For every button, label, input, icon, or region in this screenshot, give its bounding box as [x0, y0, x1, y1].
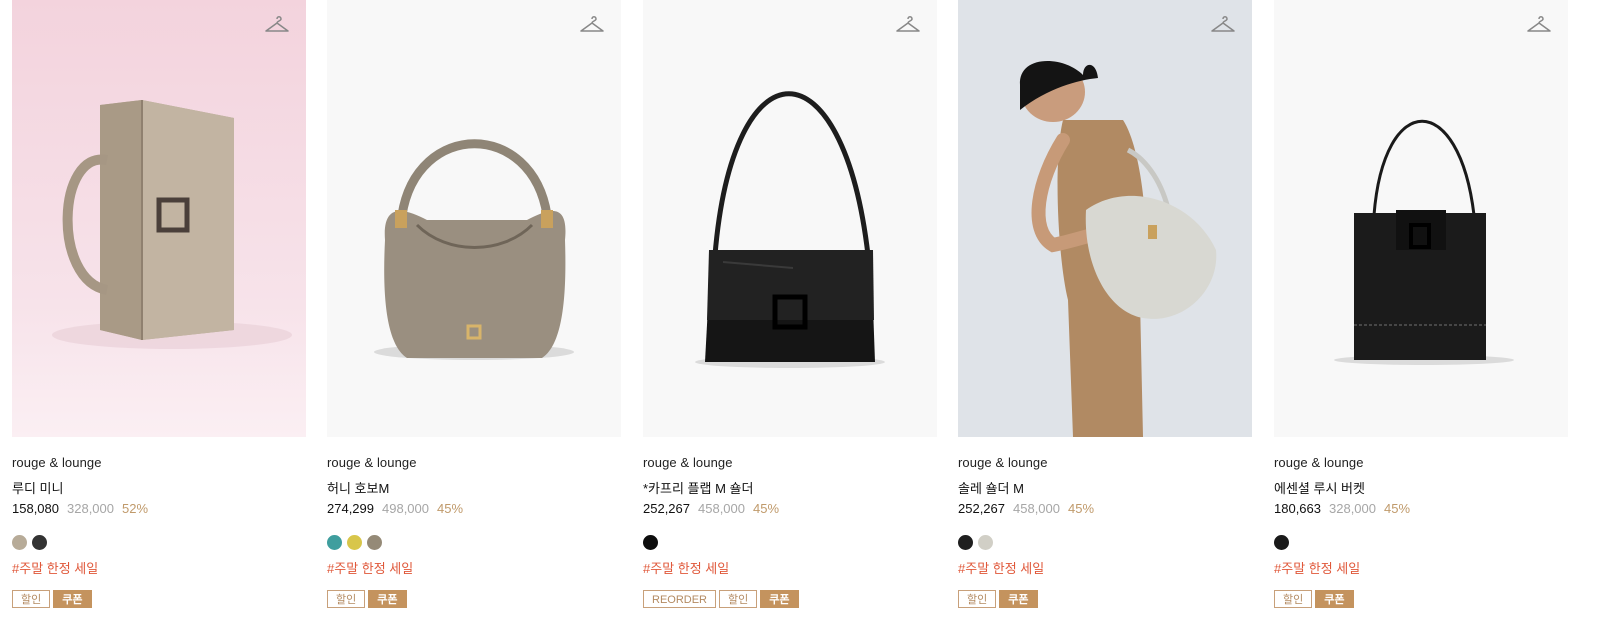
- discount-rate: 45%: [1384, 501, 1411, 516]
- hobo-bag-image: [327, 0, 621, 437]
- discount-rate: 45%: [1068, 501, 1095, 516]
- product-image[interactable]: [643, 0, 937, 437]
- promo-tag[interactable]: #주말 한정 세일: [958, 558, 1044, 577]
- coupon-badge: 쿠폰: [999, 590, 1038, 608]
- discount-rate: 52%: [122, 501, 149, 516]
- color-swatch[interactable]: [32, 535, 47, 550]
- promo-tag[interactable]: #주말 한정 세일: [12, 558, 98, 577]
- discount-badge: 할인: [12, 590, 51, 608]
- price-row: 180,663 328,000 45%: [1274, 501, 1410, 516]
- color-swatch[interactable]: [643, 535, 658, 550]
- color-swatches: [1274, 535, 1289, 550]
- product-grid: rouge & lounge 루디 미니 158,080 328,000 52% #…: [0, 0, 1618, 639]
- original-price: 458,000: [698, 501, 745, 516]
- badge-row: 할인 쿠폰: [1274, 590, 1354, 608]
- product-card[interactable]: rouge & lounge 솔레 숄더 M 252,267 458,000 45%…: [958, 0, 1252, 608]
- product-image[interactable]: [1274, 0, 1568, 437]
- hanger-icon[interactable]: [264, 13, 290, 35]
- coupon-badge: 쿠폰: [760, 590, 799, 608]
- color-swatches: [643, 535, 658, 550]
- model-shoulder-bag-image: [958, 0, 1252, 437]
- coupon-badge: 쿠폰: [53, 590, 92, 608]
- product-brand[interactable]: rouge & lounge: [327, 455, 417, 470]
- price-row: 274,299 498,000 45%: [327, 501, 463, 516]
- discount-badge: 할인: [327, 590, 366, 608]
- discount-badge: 할인: [719, 590, 758, 608]
- product-name[interactable]: 에센셜 루시 버켓: [1274, 478, 1365, 497]
- product-image[interactable]: [12, 0, 306, 437]
- reorder-badge: REORDER: [643, 590, 717, 608]
- price-row: 252,267 458,000 45%: [643, 501, 779, 516]
- promo-tag[interactable]: #주말 한정 세일: [643, 558, 729, 577]
- original-price: 328,000: [67, 501, 114, 516]
- product-brand[interactable]: rouge & lounge: [12, 455, 102, 470]
- product-image[interactable]: [327, 0, 621, 437]
- badge-row: REORDER 할인 쿠폰: [643, 590, 799, 608]
- product-image[interactable]: [958, 0, 1252, 437]
- discount-rate: 45%: [753, 501, 780, 516]
- color-swatch[interactable]: [12, 535, 27, 550]
- sale-price: 252,267: [958, 501, 1005, 516]
- product-name[interactable]: 허니 호보M: [327, 478, 389, 497]
- sale-price: 180,663: [1274, 501, 1321, 516]
- product-brand[interactable]: rouge & lounge: [643, 455, 733, 470]
- product-name[interactable]: *카프리 플랩 M 숄더: [643, 478, 753, 497]
- promo-tag[interactable]: #주말 한정 세일: [1274, 558, 1360, 577]
- hanger-icon[interactable]: [1526, 13, 1552, 35]
- vanity-bag-image: [12, 0, 306, 437]
- color-swatches: [12, 535, 47, 550]
- price-row: 158,080 328,000 52%: [12, 501, 148, 516]
- price-row: 252,267 458,000 45%: [958, 501, 1094, 516]
- product-brand[interactable]: rouge & lounge: [958, 455, 1048, 470]
- hanger-icon[interactable]: [895, 13, 921, 35]
- color-swatch[interactable]: [367, 535, 382, 550]
- badge-row: 할인 쿠폰: [958, 590, 1038, 608]
- discount-rate: 45%: [437, 501, 464, 516]
- color-swatch[interactable]: [347, 535, 362, 550]
- product-name[interactable]: 솔레 숄더 M: [958, 478, 1024, 497]
- product-card[interactable]: rouge & lounge 에센셜 루시 버켓 180,663 328,000 4…: [1274, 0, 1568, 608]
- discount-badge: 할인: [958, 590, 997, 608]
- original-price: 498,000: [382, 501, 429, 516]
- badge-row: 할인 쿠폰: [327, 590, 407, 608]
- product-card[interactable]: rouge & lounge 루디 미니 158,080 328,000 52% #…: [12, 0, 306, 608]
- original-price: 458,000: [1013, 501, 1060, 516]
- coupon-badge: 쿠폰: [1315, 590, 1354, 608]
- color-swatch[interactable]: [958, 535, 973, 550]
- product-name[interactable]: 루디 미니: [12, 478, 63, 497]
- sale-price: 274,299: [327, 501, 374, 516]
- product-brand[interactable]: rouge & lounge: [1274, 455, 1364, 470]
- color-swatches: [327, 535, 382, 550]
- bucket-bag-image: [1274, 0, 1568, 437]
- badge-row: 할인 쿠폰: [12, 590, 92, 608]
- color-swatch[interactable]: [1274, 535, 1289, 550]
- sale-price: 158,080: [12, 501, 59, 516]
- flap-shoulder-bag-image: [643, 0, 937, 437]
- original-price: 328,000: [1329, 501, 1376, 516]
- hanger-icon[interactable]: [579, 13, 605, 35]
- hanger-icon[interactable]: [1210, 13, 1236, 35]
- color-swatch[interactable]: [978, 535, 993, 550]
- product-card[interactable]: rouge & lounge *카프리 플랩 M 숄더 252,267 458,0…: [643, 0, 937, 608]
- product-card[interactable]: rouge & lounge 허니 호보M 274,299 498,000 45% …: [327, 0, 621, 608]
- color-swatch[interactable]: [327, 535, 342, 550]
- coupon-badge: 쿠폰: [368, 590, 407, 608]
- promo-tag[interactable]: #주말 한정 세일: [327, 558, 413, 577]
- discount-badge: 할인: [1274, 590, 1313, 608]
- color-swatches: [958, 535, 993, 550]
- sale-price: 252,267: [643, 501, 690, 516]
